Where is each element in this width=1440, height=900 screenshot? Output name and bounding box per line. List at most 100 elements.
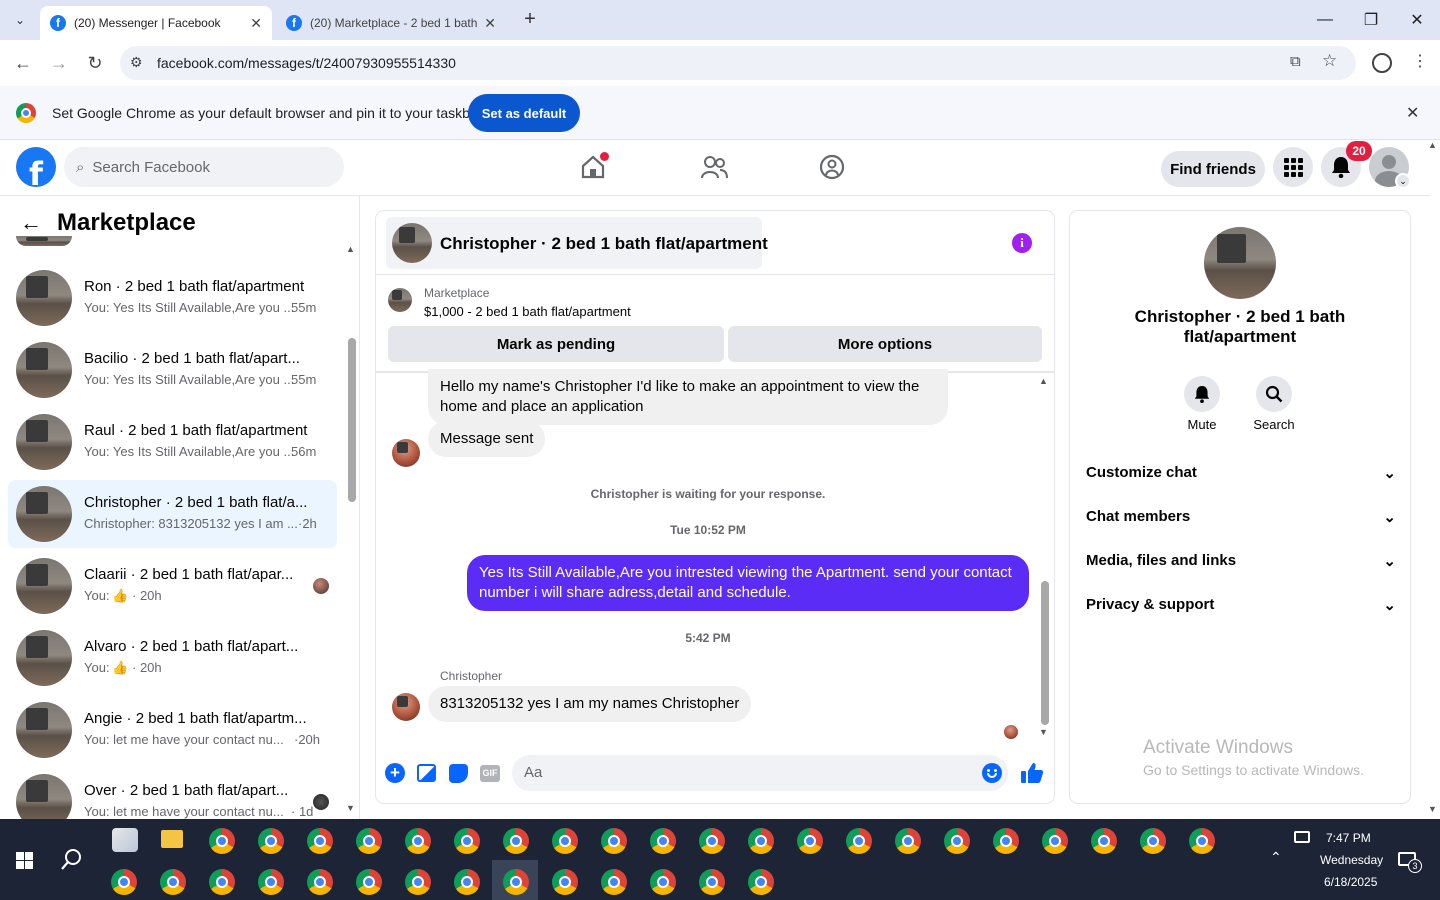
list-item[interactable]: Claarii · 2 bed 1 bath flat/apar... You:… xyxy=(8,552,337,620)
chrome-window-icon[interactable] xyxy=(356,869,382,895)
clock-date[interactable]: 6/18/2025 xyxy=(1324,875,1377,889)
chrome-window-icon[interactable] xyxy=(748,828,774,854)
minimize-icon[interactable]: — xyxy=(1302,0,1348,40)
chrome-window-icon[interactable] xyxy=(405,869,431,895)
scroll-down-arrow[interactable]: ▼ xyxy=(1039,727,1048,737)
paint-app-icon[interactable] xyxy=(112,828,138,852)
tab-search-button[interactable]: ⌄ xyxy=(8,8,32,32)
chrome-window-icon[interactable] xyxy=(160,869,186,895)
chrome-window-icon[interactable] xyxy=(944,828,970,854)
chrome-window-icon[interactable] xyxy=(454,869,480,895)
list-item-selected[interactable]: Christopher · 2 bed 1 bath flat/a... Chr… xyxy=(8,480,337,548)
chrome-window-icon[interactable] xyxy=(601,828,627,854)
chrome-window-icon[interactable] xyxy=(1091,828,1117,854)
windows-start-icon[interactable] xyxy=(16,852,33,869)
chat-members-row[interactable]: Chat members ⌄ xyxy=(1086,508,1396,526)
customize-chat-row[interactable]: Customize chat ⌄ xyxy=(1086,464,1396,482)
chrome-window-icon[interactable] xyxy=(993,828,1019,854)
chrome-window-icon[interactable] xyxy=(1140,828,1166,854)
set-as-default-button[interactable]: Set as default xyxy=(468,94,580,132)
gif-icon[interactable]: GIF xyxy=(480,765,500,782)
install-app-icon[interactable]: ⧉ xyxy=(1290,53,1301,70)
home-nav-icon[interactable] xyxy=(580,152,609,180)
list-item[interactable]: Alvaro · 2 bed 1 bath flat/apart... You:… xyxy=(8,624,337,692)
chrome-menu-icon[interactable]: ⋮ xyxy=(1412,52,1428,72)
clock-time[interactable]: 7:47 PM xyxy=(1326,831,1371,845)
chat-scrollbar[interactable] xyxy=(1041,581,1049,725)
listing-detail[interactable]: $1,000 - 2 bed 1 bath flat/apartment xyxy=(424,304,631,319)
chrome-window-icon[interactable] xyxy=(454,828,480,854)
reload-icon[interactable]: ↻ xyxy=(80,48,110,78)
media-files-links-row[interactable]: Media, files and links ⌄ xyxy=(1086,552,1396,570)
list-item[interactable]: Bacilio · 2 bed 1 bath flat/apart... You… xyxy=(8,336,337,404)
privacy-support-row[interactable]: Privacy & support ⌄ xyxy=(1086,596,1396,614)
facebook-search-input[interactable]: ⌕ Search Facebook xyxy=(64,147,344,187)
mark-as-pending-button[interactable]: Mark as pending xyxy=(388,326,724,362)
network-icon[interactable] xyxy=(1294,831,1310,843)
close-tab-icon[interactable]: ✕ xyxy=(484,15,496,32)
chrome-window-icon-active[interactable] xyxy=(503,869,529,895)
chrome-window-icon[interactable] xyxy=(209,828,235,854)
find-friends-button[interactable]: Find friends xyxy=(1161,151,1265,187)
chrome-window-icon[interactable] xyxy=(405,828,431,854)
outgoing-message[interactable]: Yes Its Still Available,Are you intreste… xyxy=(467,555,1029,611)
tab-marketplace[interactable]: f (20) Marketplace - 2 bed 1 bath ✕ xyxy=(276,6,506,40)
chrome-window-icon[interactable] xyxy=(111,869,137,895)
close-tab-icon[interactable]: ✕ xyxy=(250,15,262,32)
scroll-up-arrow[interactable]: ▲ xyxy=(346,244,355,254)
conversation-list-scrollbar[interactable] xyxy=(348,338,356,502)
chrome-window-icon[interactable] xyxy=(650,869,676,895)
page-scroll-down-arrow[interactable]: ▼ xyxy=(1428,804,1437,814)
incoming-message[interactable]: Message sent xyxy=(428,421,546,457)
account-chevron-icon[interactable]: ⌄ xyxy=(1395,173,1411,189)
menu-grid-icon[interactable] xyxy=(1273,147,1313,187)
chrome-window-icon[interactable] xyxy=(748,869,774,895)
search-conversation-button[interactable] xyxy=(1256,376,1292,412)
sticker-icon[interactable] xyxy=(449,764,468,783)
list-item[interactable]: Ron · 2 bed 1 bath flat/apartment You: Y… xyxy=(8,264,337,332)
listing-thumbnail[interactable] xyxy=(388,288,412,312)
conversation-info-icon[interactable]: i xyxy=(1012,233,1032,253)
address-bar[interactable]: ⚙ facebook.com/messages/t/24007930955514… xyxy=(120,46,1356,80)
chrome-window-icon[interactable] xyxy=(699,828,725,854)
more-options-button[interactable]: More options xyxy=(728,326,1042,362)
chrome-window-icon[interactable] xyxy=(307,828,333,854)
chrome-window-icon[interactable] xyxy=(356,828,382,854)
incoming-message[interactable]: 8313205132 yes I am my names Christopher xyxy=(428,686,752,722)
message-input[interactable]: Aa xyxy=(512,755,1008,791)
site-info-icon[interactable]: ⚙ xyxy=(130,54,143,71)
list-item[interactable]: Raul · 2 bed 1 bath flat/apartment You: … xyxy=(8,408,337,476)
forward-icon[interactable]: → xyxy=(44,48,74,78)
page-scroll-up-arrow[interactable]: ▲ xyxy=(1428,140,1437,150)
chrome-window-icon[interactable] xyxy=(258,869,284,895)
like-send-icon[interactable] xyxy=(1020,761,1044,785)
facebook-logo-icon[interactable]: f xyxy=(16,147,56,187)
clock-day[interactable]: Wednesday xyxy=(1320,853,1383,867)
tab-messenger[interactable]: f (20) Messenger | Facebook ✕ xyxy=(40,6,272,40)
mute-button[interactable] xyxy=(1184,376,1220,412)
file-explorer-icon[interactable] xyxy=(161,830,183,848)
chrome-window-icon[interactable] xyxy=(895,828,921,854)
close-infobar-icon[interactable]: ✕ xyxy=(1406,103,1419,123)
chrome-window-icon[interactable] xyxy=(503,828,529,854)
chrome-window-icon[interactable] xyxy=(650,828,676,854)
chrome-window-icon[interactable] xyxy=(797,828,823,854)
chrome-window-icon[interactable] xyxy=(258,828,284,854)
photo-icon[interactable] xyxy=(417,764,436,782)
list-item[interactable]: Over · 2 bed 1 bath flat/apart... You: l… xyxy=(8,768,337,819)
chrome-window-icon[interactable] xyxy=(699,869,725,895)
emoji-icon[interactable] xyxy=(982,763,1002,783)
bookmark-star-icon[interactable]: ☆ xyxy=(1322,51,1337,71)
list-item[interactable]: Angie · 2 bed 1 bath flat/apartm... You:… xyxy=(8,696,337,764)
chat-header[interactable]: Christopher · 2 bed 1 bath flat/apartmen… xyxy=(386,217,768,269)
chrome-window-icon[interactable] xyxy=(209,869,235,895)
back-icon[interactable]: ← xyxy=(8,48,38,78)
chrome-window-icon[interactable] xyxy=(552,869,578,895)
scroll-down-arrow[interactable]: ▼ xyxy=(346,803,355,813)
show-hidden-icons-chevron[interactable]: ⌃ xyxy=(1270,849,1282,866)
new-tab-icon[interactable]: + xyxy=(518,8,542,32)
chrome-window-icon[interactable] xyxy=(601,869,627,895)
chrome-window-icon[interactable] xyxy=(552,828,578,854)
url-text[interactable]: facebook.com/messages/t/2400793095551433… xyxy=(157,55,456,71)
scroll-up-arrow[interactable]: ▲ xyxy=(1039,376,1048,386)
